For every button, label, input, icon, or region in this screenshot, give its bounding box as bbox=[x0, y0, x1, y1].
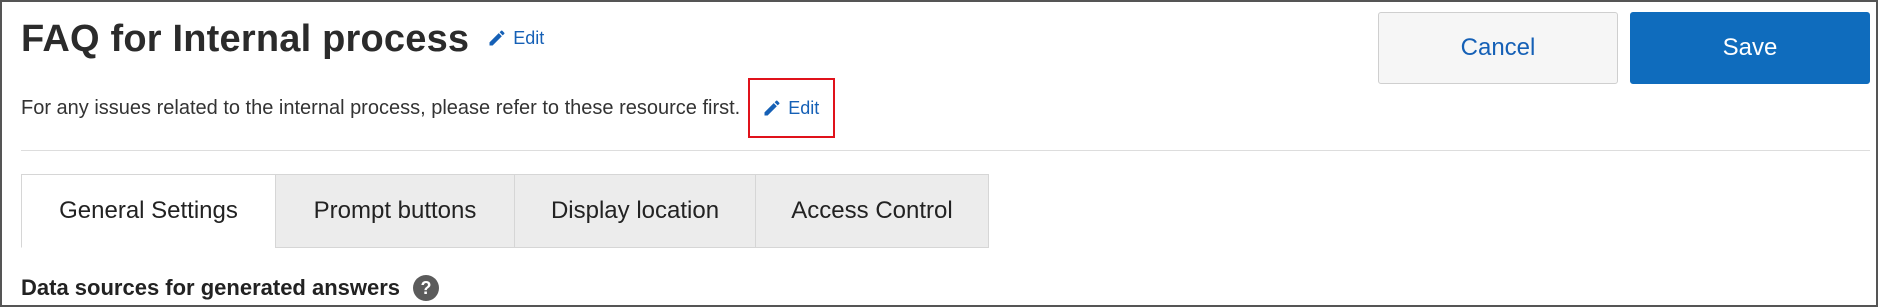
description-row: For any issues related to the internal p… bbox=[21, 78, 836, 138]
pencil-icon bbox=[489, 30, 505, 46]
title-edit-label: Edit bbox=[513, 27, 545, 48]
save-button[interactable]: Save bbox=[1630, 12, 1870, 84]
data-sources-section-header: Data sources for generated answers ? bbox=[21, 275, 440, 301]
description-edit-label: Edit bbox=[788, 97, 820, 118]
tab-display-location[interactable]: Display location bbox=[514, 174, 756, 248]
settings-tabs: General Settings Prompt buttons Display … bbox=[21, 174, 989, 248]
title-edit-link[interactable]: Edit bbox=[487, 28, 544, 49]
question-circle-icon[interactable]: ? bbox=[413, 275, 440, 301]
page-frame: FAQ for Internal process Edit For any is… bbox=[0, 0, 1878, 307]
page-title: FAQ for Internal process bbox=[21, 18, 470, 60]
page-description: For any issues related to the internal p… bbox=[21, 97, 741, 119]
tab-prompt-buttons[interactable]: Prompt buttons bbox=[275, 174, 515, 248]
pencil-icon bbox=[764, 100, 780, 116]
title-row: FAQ for Internal process Edit bbox=[21, 16, 544, 62]
cancel-button[interactable]: Cancel bbox=[1378, 12, 1618, 84]
description-edit-link[interactable]: Edit bbox=[762, 98, 819, 119]
section-title: Data sources for generated answers bbox=[21, 275, 401, 300]
description-edit-highlight: Edit bbox=[748, 78, 836, 138]
header-divider bbox=[21, 150, 1870, 151]
tab-access-control[interactable]: Access Control bbox=[755, 174, 989, 248]
tab-general-settings[interactable]: General Settings bbox=[21, 174, 276, 248]
